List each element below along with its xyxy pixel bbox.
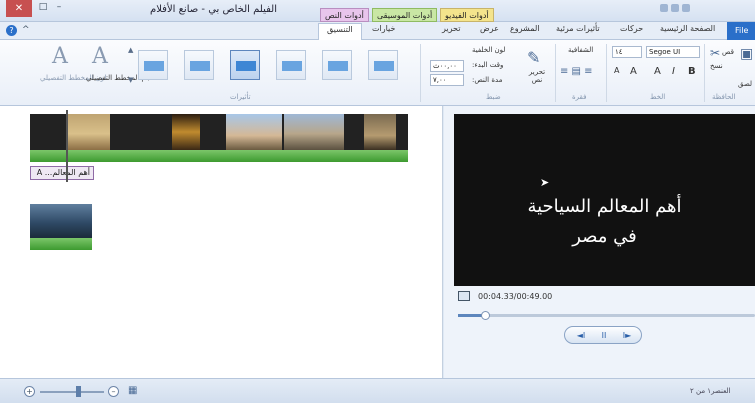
context-tab-music-tools[interactable]: أدوات الموسيقى	[372, 8, 438, 22]
clip-thumbnail	[364, 114, 396, 150]
grow-font-button[interactable]: A	[614, 66, 619, 75]
seek-thumb[interactable]	[480, 311, 490, 320]
tab-home[interactable]: الصفحة الرئيسية	[660, 24, 715, 33]
effects-scroll-down-icon[interactable]: ▼	[128, 76, 133, 84]
tab-project[interactable]: المشروع	[510, 24, 539, 33]
duration-label: مدة النص:	[472, 76, 503, 84]
clipboard-group-label: الحافظة	[712, 93, 736, 101]
divider	[555, 44, 556, 102]
status-bar: + – ▦ العنصر١ من ٢	[0, 378, 755, 403]
item-counter: العنصر١ من ٢	[690, 387, 731, 395]
close-button[interactable]: ✕	[6, 0, 32, 17]
divider	[420, 44, 421, 102]
effect-thumb[interactable]	[138, 50, 168, 80]
edit-text-button[interactable]: تحرير نص	[525, 68, 549, 84]
ribbon: A A لون المخطط التفصيلي حجم المخطط التفص…	[0, 40, 755, 106]
caption-item[interactable]: أهم المعالم... A	[30, 166, 94, 180]
paragraph-group-label: فقرة	[572, 93, 587, 101]
clip-thumbnail	[66, 114, 110, 150]
start-time-label: وقت البدء:	[472, 61, 504, 69]
start-time-field[interactable]: ٠٠,٠٠ث	[430, 60, 464, 72]
tab-visual-effects[interactable]: تأثيرات مرئية	[556, 24, 600, 33]
redo-icon[interactable]	[682, 4, 690, 12]
preview-monitor[interactable]: ➤ أهم المعالم السياحية في مصر	[454, 114, 755, 286]
font-size-select[interactable]: ١٤	[612, 46, 642, 58]
zoom-in-icon[interactable]: +	[24, 386, 35, 397]
help-icon[interactable]: ?	[6, 25, 17, 36]
divider	[606, 44, 607, 102]
shrink-font-button[interactable]: A	[630, 66, 637, 77]
edit-text-icon[interactable]: ✎	[527, 48, 540, 67]
transparency-button[interactable]: الشفافية	[568, 46, 593, 54]
italic-button[interactable]: I	[672, 66, 675, 77]
zoom-slider-thumb[interactable]	[76, 386, 81, 397]
save-icon[interactable]	[660, 4, 668, 12]
duration-field[interactable]: ٧,٠٠	[430, 74, 464, 86]
cut-icon[interactable]: ✂	[710, 46, 720, 60]
preview-pane: ➤ أهم المعالم السياحية في مصر 00:04.33/0…	[444, 106, 755, 378]
seek-bar[interactable]	[458, 311, 755, 320]
effect-thumb[interactable]	[368, 50, 398, 80]
font-color-button[interactable]: A	[654, 66, 661, 77]
effect-thumb[interactable]	[276, 50, 306, 80]
storyboard-view-icon[interactable]: ▦	[128, 385, 137, 396]
window-title: الفيلم الخاص بي - صانع الأفلام	[150, 4, 277, 15]
playhead[interactable]	[66, 110, 68, 182]
music-track[interactable]	[30, 238, 92, 250]
maximize-icon[interactable]: □	[36, 2, 50, 15]
title-bar: ✕ □ – الفيلم الخاص بي - صانع الأفلام أدو…	[0, 0, 755, 22]
storyboard-pane[interactable]: أهم المعالم... A	[0, 106, 443, 378]
context-tab-text-tools[interactable]: أدوات النص	[320, 8, 369, 22]
overlay-line-2: في مصر	[572, 226, 637, 247]
effects-group-label: تأثيرات	[230, 93, 251, 101]
time-readout: 00:04.33/00:49.00	[478, 292, 553, 301]
context-tab-video-tools[interactable]: أدوات الفيديو	[440, 8, 494, 22]
undo-icon[interactable]	[671, 4, 679, 12]
effect-thumb[interactable]	[184, 50, 214, 80]
effect-thumb-selected[interactable]	[230, 50, 260, 80]
music-track[interactable]	[30, 150, 408, 162]
effects-scroll-up-icon[interactable]: ▲	[128, 46, 133, 54]
tab-view[interactable]: عرض	[480, 24, 499, 33]
clip-thumbnail	[172, 114, 200, 150]
paste-button[interactable]: لصق	[738, 80, 752, 88]
zoom-out-icon[interactable]: –	[108, 386, 119, 397]
playback-controls: ◄I II I►	[564, 326, 642, 344]
fullscreen-icon[interactable]	[458, 291, 470, 301]
outline-color-icon[interactable]: A	[52, 44, 68, 69]
align-buttons[interactable]: ≡ ▤ ≡	[560, 66, 593, 77]
clip-thumbnail	[284, 114, 344, 150]
zoom-slider[interactable]	[40, 386, 104, 397]
overlay-caption: أهم المعالم السياحية في مصر	[454, 192, 755, 252]
ribbon-tabs: ? ^ التنسيق خيارات تحرير عرض المشروع تأث…	[0, 22, 755, 40]
next-frame-button[interactable]: I►	[617, 329, 637, 342]
outline-size-icon[interactable]: A	[92, 44, 108, 69]
clip-thumbnail	[226, 114, 282, 150]
video-clip[interactable]	[30, 114, 408, 150]
font-family-select[interactable]: Segoe UI	[646, 46, 700, 58]
effect-thumb[interactable]	[322, 50, 352, 80]
play-pause-button[interactable]: II	[594, 329, 614, 342]
paste-icon[interactable]: ▣	[740, 46, 753, 62]
tab-options[interactable]: خيارات	[372, 24, 395, 33]
copy-button[interactable]: نسخ	[710, 62, 723, 70]
cut-button[interactable]: قص	[722, 48, 734, 56]
mouse-cursor-icon: ➤	[540, 176, 550, 189]
tab-animations[interactable]: حركات	[620, 24, 643, 33]
collapse-ribbon-icon[interactable]: ^	[22, 25, 30, 35]
video-clip[interactable]	[30, 204, 92, 238]
minimize-icon[interactable]: –	[52, 2, 66, 15]
divider	[704, 44, 705, 102]
font-group-label: الخط	[650, 93, 666, 101]
tab-file[interactable]: File	[727, 22, 755, 40]
quick-access-toolbar[interactable]	[660, 4, 708, 16]
background-color-button[interactable]: لون الخلفية	[472, 46, 505, 54]
tab-edit[interactable]: تحرير	[442, 24, 460, 33]
tab-format[interactable]: التنسيق	[318, 23, 362, 40]
previous-frame-button[interactable]: ◄I	[571, 329, 591, 342]
bold-button[interactable]: B	[688, 66, 696, 77]
adjust-group-label: ضبط	[486, 93, 501, 101]
overlay-line-1: أهم المعالم السياحية	[527, 196, 682, 217]
